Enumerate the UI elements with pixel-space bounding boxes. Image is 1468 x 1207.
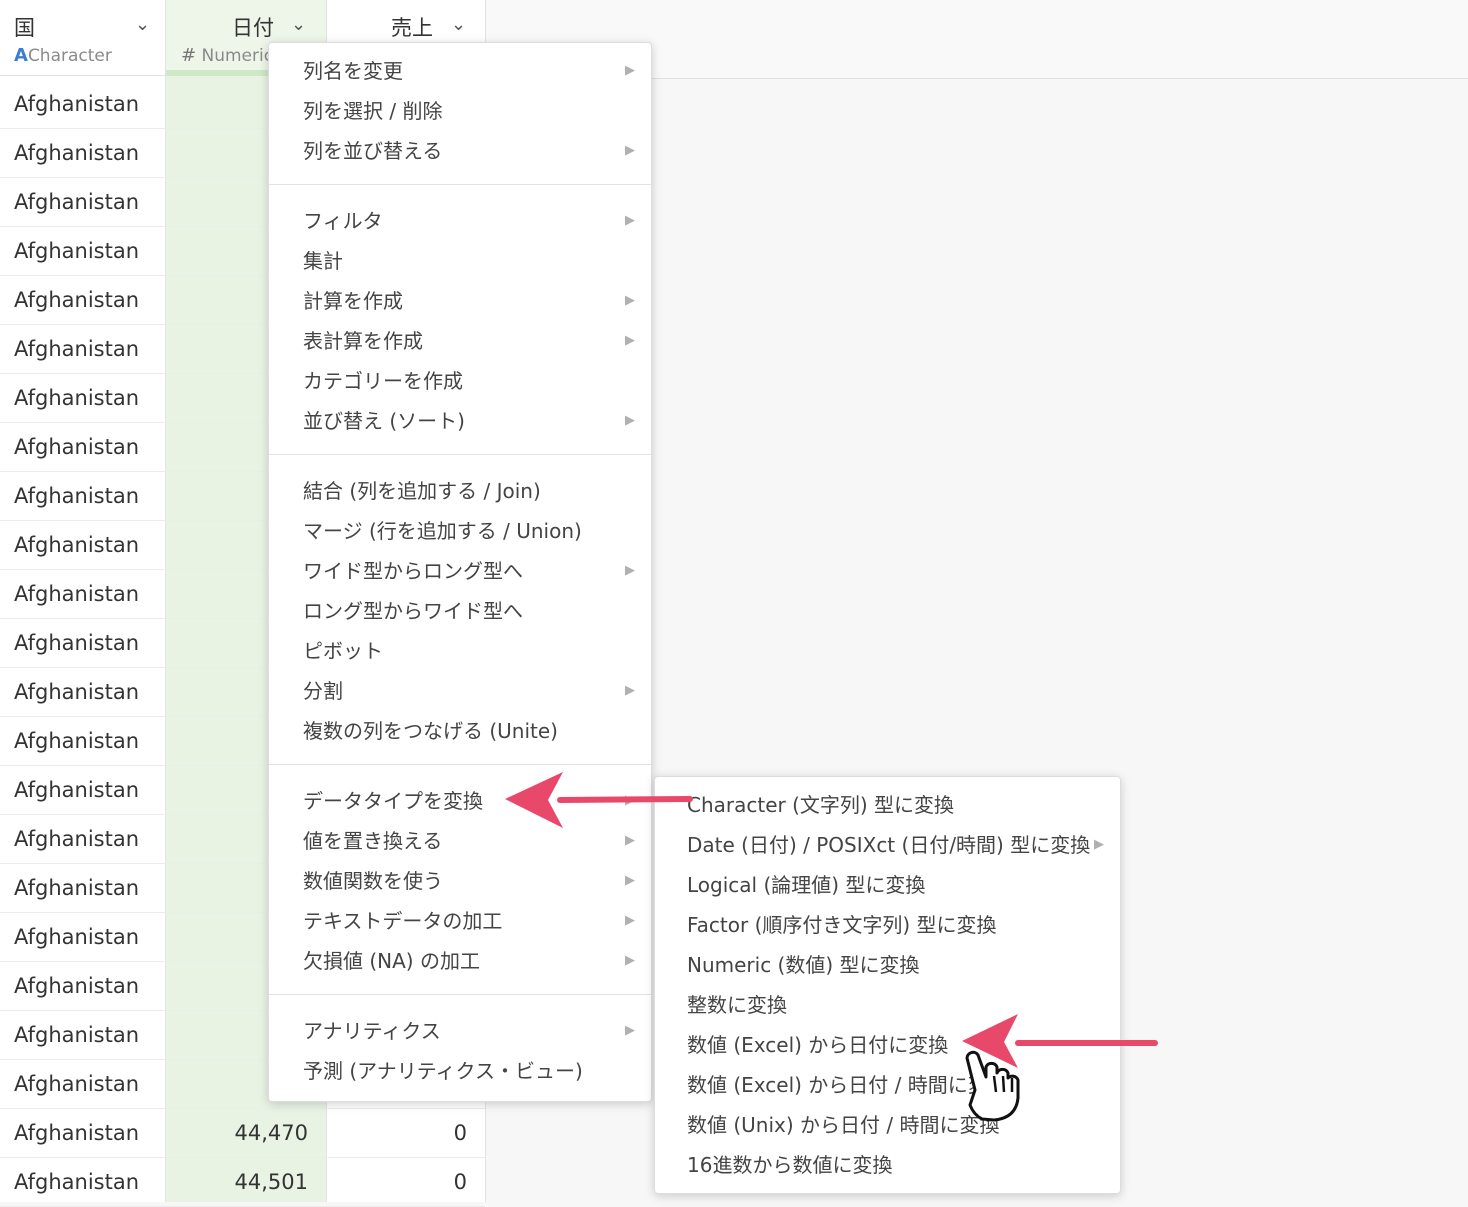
- annotation-arrow: [962, 1014, 1158, 1068]
- annotation-overlay: [505, 772, 1158, 1122]
- annotation-arrow: [505, 772, 693, 828]
